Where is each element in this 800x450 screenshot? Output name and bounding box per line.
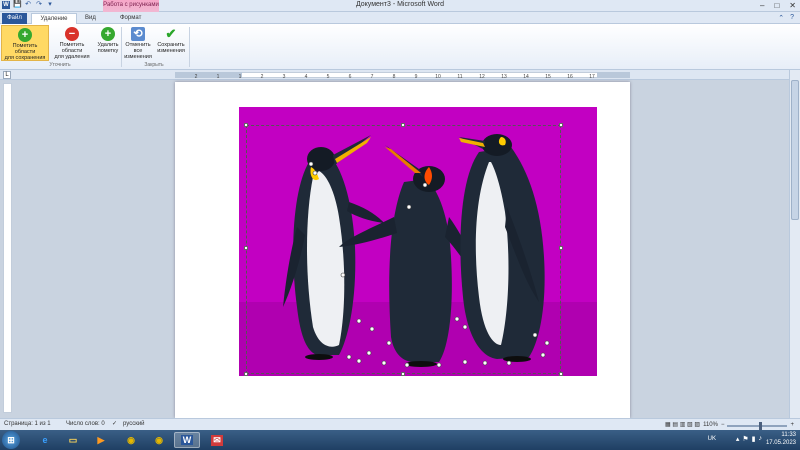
vertical-scrollbar[interactable] (789, 70, 800, 418)
tray-arrow-icon[interactable]: ▴ (736, 435, 740, 443)
tab-background-removal[interactable]: Удаление фона (31, 13, 77, 33)
document-page[interactable] (175, 82, 630, 418)
button-label: для удаления (54, 54, 90, 60)
ruler-label: 10 (435, 74, 441, 80)
ruler-label: 3 (283, 74, 286, 80)
ruler-label: 11 (457, 74, 462, 80)
minimize-ribbon-icon[interactable]: ⌃ (778, 14, 784, 22)
mark-areas-to-keep-button[interactable]: + Пометить области для сохранения (1, 25, 49, 61)
group-divider (121, 27, 122, 67)
group-divider (189, 27, 190, 67)
tab-view[interactable]: Вид (82, 13, 98, 24)
start-button[interactable]: ⊞ (2, 431, 20, 449)
horizontal-ruler: L 2 1 1 2 3 4 5 6 7 8 9 10 11 12 13 14 15 16 17 (0, 70, 800, 80)
zoom-slider[interactable] (727, 421, 788, 430)
group-label-refine: Уточнить (49, 62, 71, 68)
check-icon: ✔ (165, 26, 177, 41)
maximize-button[interactable]: □ (774, 1, 779, 10)
resize-handle[interactable] (401, 123, 405, 127)
button-label: изменения (157, 48, 185, 54)
zoom-slider-knob[interactable] (759, 421, 763, 430)
clock-date: 17.05.2023 (765, 440, 796, 446)
minimize-button[interactable]: – (760, 1, 764, 10)
resize-handle[interactable] (559, 123, 563, 127)
mark-areas-to-remove-button[interactable]: − Пометить области для удаления (51, 25, 93, 61)
resize-handle[interactable] (244, 123, 248, 127)
tray-icons: ▴ ⚑ ▮ ♪ (736, 435, 762, 443)
ruler-label: 2 (261, 74, 264, 80)
ie-icon[interactable]: e (32, 432, 58, 448)
ribbon-tabs: Файл Удаление фона Вид Формат ⌃ ? (0, 12, 800, 33)
ruler-label: 6 (349, 74, 352, 80)
ruler-label: 2 (195, 74, 198, 80)
discard-all-changes-button[interactable]: ⟲ Отменить все изменения (123, 25, 153, 61)
resize-handle[interactable] (244, 372, 248, 376)
status-bar: Страница: 1 из 1 Число слов: 0 ✓ русский… (0, 418, 800, 430)
flag-icon[interactable]: ⚑ (742, 435, 748, 443)
ribbon-right-controls: ⌃ ? (778, 14, 794, 22)
ruler-label: 17 (589, 74, 595, 80)
plus-icon: + (101, 27, 115, 41)
ruler-ticks: 2 1 1 2 3 4 5 6 7 8 9 10 11 12 13 14 15 16 17 (195, 74, 595, 80)
ribbon: + Пометить области для сохранения − Поме… (0, 24, 800, 70)
clock[interactable]: 11:33 17.05.2023 (766, 431, 796, 447)
group-label-close: Закрыть (144, 62, 164, 68)
ruler-label: 1 (217, 74, 220, 80)
scrollbar-thumb[interactable] (791, 80, 799, 220)
plus-icon: + (18, 28, 32, 42)
ruler-label: 4 (305, 74, 308, 80)
resize-handle[interactable] (559, 246, 563, 250)
ruler-label: 13 (501, 74, 507, 80)
cancel-icon: ⟲ (131, 27, 145, 41)
ruler-label: 12 (479, 74, 485, 80)
button-label: для сохранения (4, 55, 46, 61)
button-label: изменения (124, 54, 152, 60)
resize-handle[interactable] (244, 246, 248, 250)
volume-icon[interactable]: ♪ (759, 435, 763, 443)
keep-changes-button[interactable]: ✔ Сохранить изменения (156, 25, 186, 61)
button-label: Пометить области (59, 42, 85, 54)
minus-icon: − (65, 27, 79, 41)
button-label: пометку (97, 48, 119, 54)
ruler-label: 7 (371, 74, 374, 80)
ruler-label: 5 (327, 74, 330, 80)
help-icon[interactable]: ? (790, 14, 794, 22)
resize-handle[interactable] (559, 372, 563, 376)
resize-handle[interactable] (401, 372, 405, 376)
explorer-icon[interactable]: ▭ (60, 432, 86, 448)
media-player-icon[interactable]: ▶ (88, 432, 114, 448)
button-label: Отменить все (125, 42, 151, 54)
vertical-ruler (3, 83, 12, 413)
context-tab-title: Работа с рисунками (103, 2, 159, 8)
network-icon[interactable]: ▮ (752, 435, 756, 443)
tab-file[interactable]: Файл (2, 13, 27, 24)
window-controls: – □ ✕ (760, 1, 796, 10)
word-taskbar-icon[interactable]: W (174, 432, 200, 448)
ruler-label: 14 (523, 74, 529, 80)
removal-marquee[interactable] (244, 123, 563, 376)
chrome-icon[interactable]: ◉ (146, 432, 172, 448)
clock-time: 11:33 (781, 432, 796, 438)
ruler-label: 15 (545, 74, 551, 80)
ruler-label: 9 (415, 74, 418, 80)
word-count[interactable]: Число слов: 0 (66, 419, 105, 430)
red-app-icon[interactable]: ✉ (204, 432, 230, 448)
close-button[interactable]: ✕ (789, 1, 796, 10)
language-bar[interactable]: UK (708, 436, 716, 442)
ruler-label: 8 (393, 74, 396, 80)
delete-mark-button[interactable]: + Удалить пометку (95, 25, 121, 61)
ruler-label: 1 (239, 74, 242, 80)
chrome-icon[interactable]: ◉ (118, 432, 144, 448)
tab-format[interactable]: Формат (117, 13, 143, 24)
taskbar: ⊞ e ▭ ▶ ◉ ◉ W ✉ UK ▴ ⚑ ▮ ♪ 11:33 17.05.2… (0, 430, 800, 450)
proofing-icon[interactable]: ✓ (112, 419, 117, 430)
ruler-label: 16 (567, 74, 573, 80)
button-label: Пометить области (12, 43, 38, 55)
page-count[interactable]: Страница: 1 из 1 (4, 419, 51, 430)
language-indicator[interactable]: русский (123, 419, 145, 430)
